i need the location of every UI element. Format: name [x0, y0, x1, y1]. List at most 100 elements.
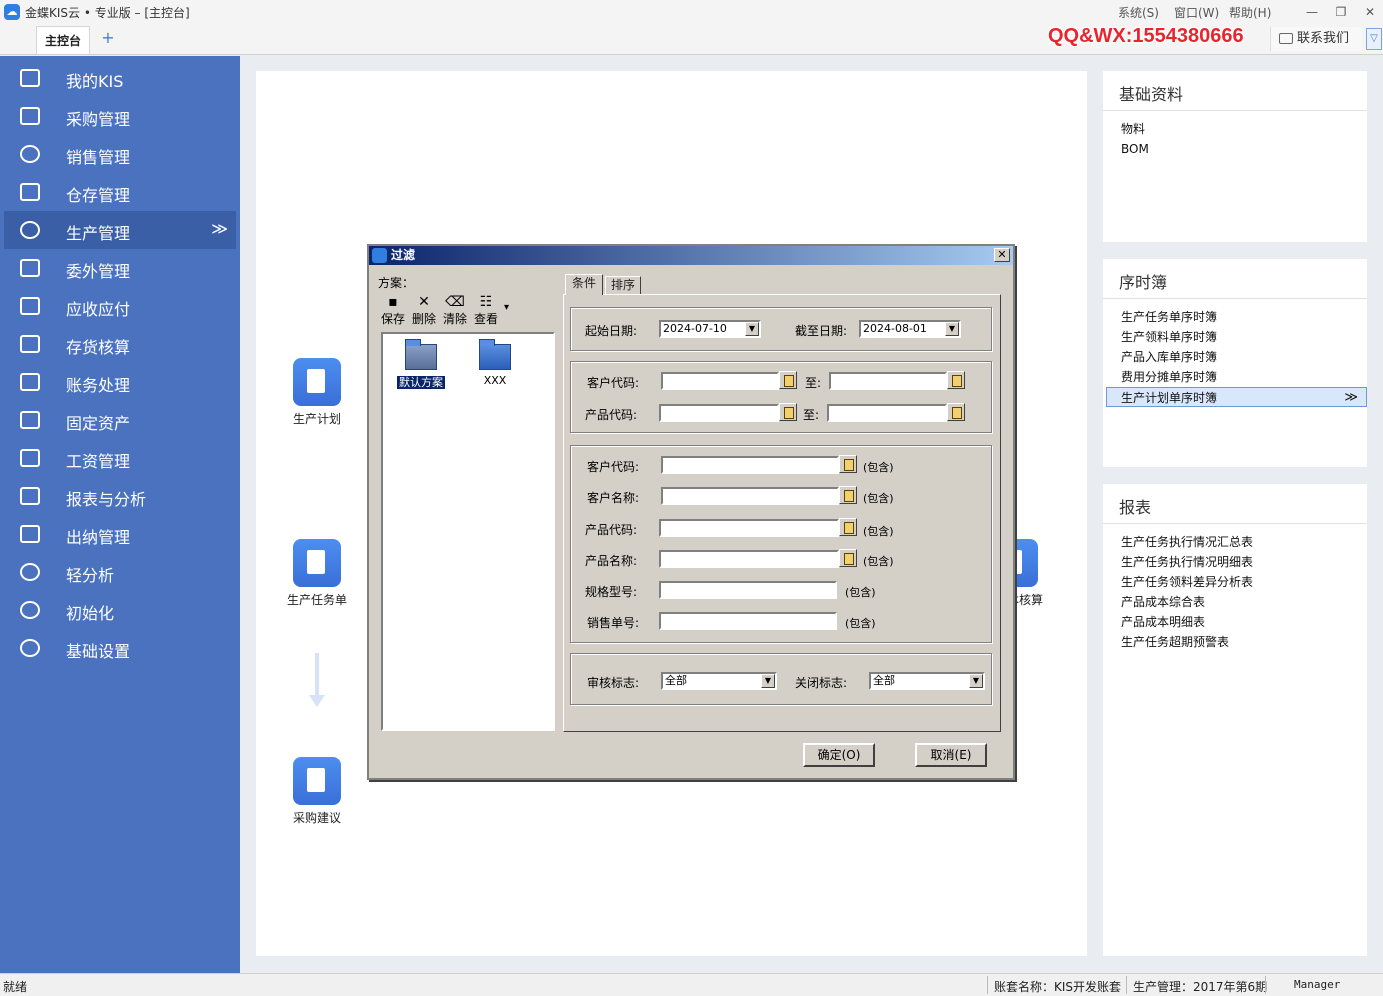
- product-code-to-input[interactable]: [827, 404, 947, 422]
- tab-main-console[interactable]: 主控台: [36, 26, 90, 54]
- link-picking-ledger[interactable]: 生产领料单序时簿: [1103, 327, 1367, 347]
- sidebar-item-cashier[interactable]: 出纳管理: [4, 515, 236, 553]
- delete-scheme-button[interactable]: ✕ 删除: [410, 294, 438, 327]
- sales-order-input[interactable]: [659, 612, 837, 630]
- flags-group: 审核标志: 全部 ▼ 关闭标志: 全部 ▼: [570, 653, 992, 705]
- chevron-down-icon[interactable]: ▼: [945, 322, 959, 336]
- panel-basic-data: 基础资料 物料 BOM: [1103, 71, 1367, 242]
- chevron-down-icon[interactable]: ▼: [761, 674, 775, 688]
- sidebar-item-reports[interactable]: 报表与分析: [4, 477, 236, 515]
- chevron-down-icon[interactable]: ▽: [1366, 28, 1382, 50]
- delete-icon: ✕: [418, 294, 430, 310]
- product-code-from-input[interactable]: [659, 404, 779, 422]
- sidebar-item-warehouse[interactable]: 仓存管理: [4, 173, 236, 211]
- link-task-ledger[interactable]: 生产任务单序时簿: [1103, 307, 1367, 327]
- customer-name-input[interactable]: [661, 487, 839, 505]
- customer-code-to-input[interactable]: [829, 372, 947, 390]
- lookup-icon[interactable]: [839, 549, 857, 567]
- sidebar-item-fixed-assets[interactable]: 固定资产: [4, 401, 236, 439]
- menu-system[interactable]: 系统(S): [1118, 4, 1159, 21]
- link-material[interactable]: 物料: [1103, 119, 1367, 139]
- dialog-close-button[interactable]: ✕: [994, 248, 1010, 262]
- end-date-field[interactable]: 2024-08-01 ▼: [859, 320, 961, 338]
- sidebar-item-my-kis[interactable]: 我的KIS: [4, 59, 236, 97]
- link-bom[interactable]: BOM: [1103, 139, 1367, 159]
- scheme-label: 方案：: [378, 276, 415, 290]
- lookup-icon[interactable]: [947, 403, 965, 421]
- eraser-icon: ⌫: [445, 294, 465, 310]
- users-icon: [20, 145, 40, 163]
- view-button[interactable]: ☷ 查看: [472, 294, 500, 327]
- restore-button[interactable]: ❐: [1331, 2, 1351, 22]
- sidebar-item-payroll[interactable]: 工资管理: [4, 439, 236, 477]
- bag-icon: [20, 107, 40, 125]
- clear-button[interactable]: ⌫ 清除: [441, 294, 469, 327]
- link-report-cost-summary[interactable]: 产品成本综合表: [1103, 592, 1367, 612]
- link-report-summary[interactable]: 生产任务执行情况汇总表: [1103, 532, 1367, 552]
- sidebar-item-accounting[interactable]: 账务处理: [4, 363, 236, 401]
- link-report-overdue[interactable]: 生产任务超期预警表: [1103, 632, 1367, 652]
- magnifier-icon: [20, 563, 40, 581]
- add-tab-icon[interactable]: +: [100, 30, 116, 46]
- view-dropdown-icon[interactable]: ▾: [504, 302, 509, 313]
- link-report-cost-detail[interactable]: 产品成本明细表: [1103, 612, 1367, 632]
- cancel-button[interactable]: 取消(E): [915, 743, 987, 767]
- sidebar-item-light-analysis[interactable]: 轻分析: [4, 553, 236, 591]
- floppy-icon: ▪: [388, 294, 398, 310]
- audit-flag-select[interactable]: 全部 ▼: [661, 672, 777, 690]
- link-expense-ledger[interactable]: 费用分摊单序时簿: [1103, 367, 1367, 387]
- sidebar-item-production[interactable]: 生产管理 ≫: [4, 211, 236, 249]
- sidebar-item-basic-settings[interactable]: 基础设置: [4, 629, 236, 667]
- flow-node-production-plan[interactable]: 生产计划: [272, 358, 362, 427]
- sidebar-item-outsourcing[interactable]: 委外管理: [4, 249, 236, 287]
- start-date-field[interactable]: 2024-07-10 ▼: [659, 320, 761, 338]
- chevron-down-icon[interactable]: ▼: [969, 674, 983, 688]
- lookup-icon[interactable]: [839, 486, 857, 504]
- target-icon: [20, 601, 40, 619]
- dialog-title-bar: 过滤: [369, 246, 1013, 265]
- promo-text: QQ&WX:1554380666: [1048, 25, 1244, 47]
- sidebar-item-purchase[interactable]: 采购管理: [4, 97, 236, 135]
- contact-us-button[interactable]: 联系我们: [1270, 27, 1362, 51]
- sidebar-item-initialize[interactable]: 初始化: [4, 591, 236, 629]
- flow-node-purchase-suggest[interactable]: 采购建议: [272, 757, 362, 826]
- tab-sort[interactable]: 排序: [605, 276, 641, 295]
- scheme-xxx[interactable]: XXX: [465, 339, 525, 387]
- status-period: 生产管理：2017年第6期: [1133, 980, 1268, 994]
- link-plan-ledger[interactable]: 生产计划单序时簿 ≫: [1106, 387, 1367, 407]
- customer-code-from-input[interactable]: [661, 372, 779, 390]
- ok-button[interactable]: 确定(O): [803, 743, 875, 767]
- status-bar: 就绪 账套名称：KIS开发账套 生产管理：2017年第6期 Manager: [0, 973, 1383, 996]
- flow-node-production-task[interactable]: 生产任务单: [272, 539, 362, 608]
- sidebar: 我的KIS 采购管理 销售管理 仓存管理 生产管理 ≫ 委外管理 应收应付 存货核…: [0, 56, 240, 973]
- sidebar-item-sales[interactable]: 销售管理: [4, 135, 236, 173]
- scheme-default[interactable]: 默认方案: [391, 339, 451, 390]
- panel-title: 报表: [1103, 484, 1367, 524]
- product-code-input[interactable]: [659, 519, 839, 537]
- lookup-icon[interactable]: [779, 371, 797, 389]
- sidebar-item-inventory-cost[interactable]: 存货核算: [4, 325, 236, 363]
- lookup-icon[interactable]: [839, 518, 857, 536]
- hexagon-gear-icon: [20, 221, 40, 239]
- link-storage-ledger[interactable]: 产品入库单序时簿: [1103, 347, 1367, 367]
- minimize-button[interactable]: —: [1302, 2, 1322, 22]
- customer-code-input[interactable]: [661, 456, 839, 474]
- list-view-icon: ☷: [479, 294, 493, 310]
- save-scheme-button[interactable]: ▪ 保存: [379, 294, 407, 327]
- close-window-button[interactable]: ✕: [1360, 2, 1380, 22]
- building-icon: [20, 411, 40, 429]
- menu-window[interactable]: 窗口(W): [1174, 4, 1219, 21]
- close-flag-select[interactable]: 全部 ▼: [869, 672, 985, 690]
- chevron-down-icon[interactable]: ▼: [745, 322, 759, 336]
- product-name-input[interactable]: [659, 550, 839, 568]
- spec-input[interactable]: [659, 581, 837, 599]
- lookup-icon[interactable]: [947, 371, 965, 389]
- payroll-icon: [20, 449, 40, 467]
- tab-conditions[interactable]: 条件: [565, 274, 603, 295]
- link-report-picking-diff[interactable]: 生产任务领料差异分析表: [1103, 572, 1367, 592]
- menu-help[interactable]: 帮助(H): [1229, 4, 1271, 21]
- lookup-icon[interactable]: [779, 403, 797, 421]
- lookup-icon[interactable]: [839, 455, 857, 473]
- link-report-detail[interactable]: 生产任务执行情况明细表: [1103, 552, 1367, 572]
- sidebar-item-receivable[interactable]: 应收应付: [4, 287, 236, 325]
